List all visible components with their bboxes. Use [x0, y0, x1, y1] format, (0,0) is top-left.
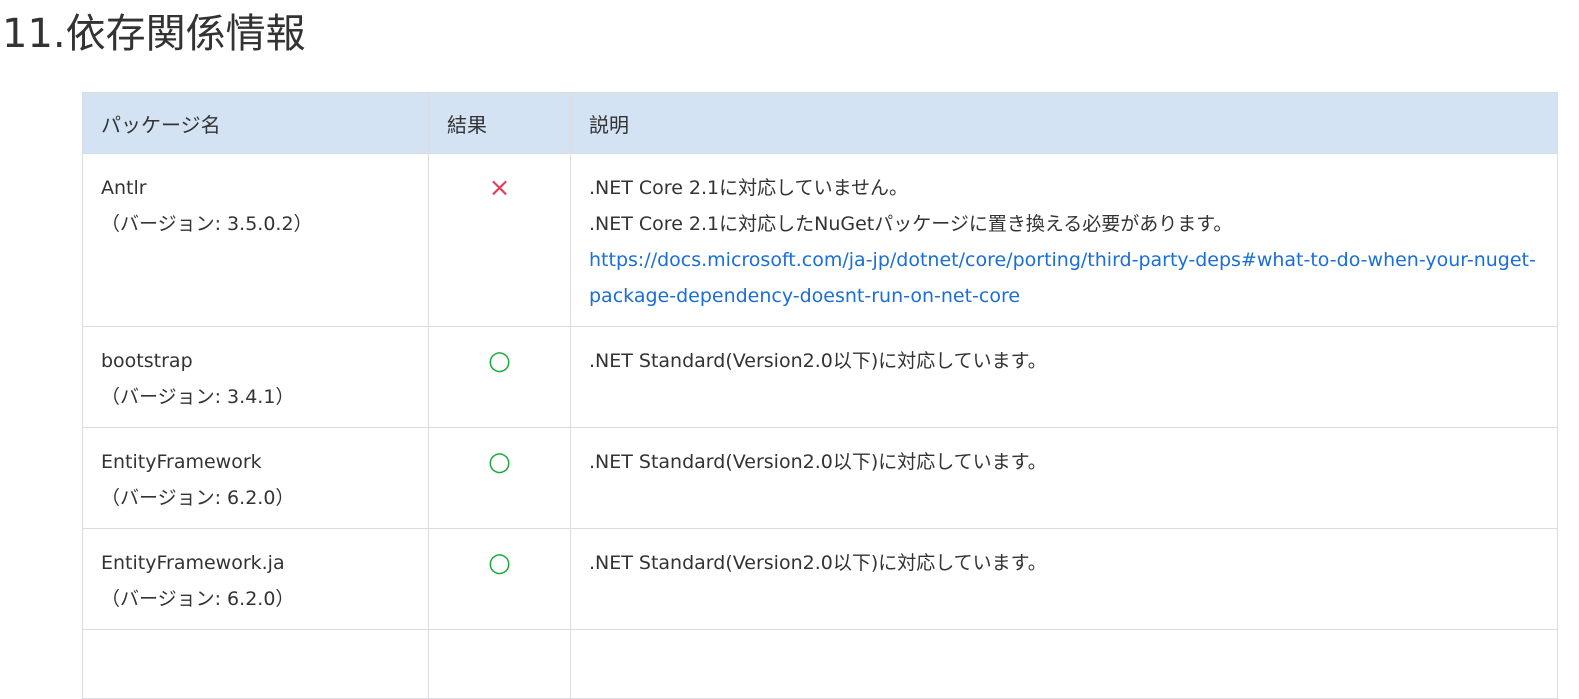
description-cell: .NET Core 2.1に対応していません。 .NET Core 2.1に対応… — [570, 153, 1558, 327]
description-cell: .NET Standard(Version2.0以下)に対応しています。 — [570, 427, 1558, 529]
header-result: 結果 — [428, 92, 571, 154]
table-row-partial — [82, 629, 1558, 699]
description-text: .NET Core 2.1に対応したNuGetパッケージに置き換える必要がありま… — [589, 213, 1233, 235]
description-text: .NET Core 2.1に対応していません。 — [589, 177, 908, 199]
table-row: EntityFramework （バージョン: 6.2.0） ○ .NET St… — [82, 427, 1558, 529]
description-cell: .NET Standard(Version2.0以下)に対応しています。 — [570, 326, 1558, 428]
table-row: EntityFramework.ja （バージョン: 6.2.0） ○ .NET… — [82, 528, 1558, 630]
dependency-table: パッケージ名 結果 説明 Antlr （バージョン: 3.5.0.2） × .N… — [82, 92, 1558, 699]
package-cell — [82, 629, 429, 699]
description-text: .NET Standard(Version2.0以下)に対応しています。 — [589, 552, 1047, 574]
package-version: （バージョン: 6.2.0） — [101, 588, 295, 610]
reference-link[interactable]: https://docs.microsoft.com/ja-jp/dotnet/… — [589, 242, 1539, 314]
header-description: 説明 — [570, 92, 1558, 154]
result-ok-icon: ○ — [488, 548, 511, 578]
package-name: bootstrap — [101, 350, 193, 372]
header-package-name: パッケージ名 — [82, 92, 429, 154]
page-title: 11.依存関係情報 — [2, 11, 306, 57]
table-row: Antlr （バージョン: 3.5.0.2） × .NET Core 2.1に対… — [82, 153, 1558, 327]
result-cell: ○ — [428, 326, 571, 428]
package-version: （バージョン: 6.2.0） — [101, 487, 295, 509]
package-cell: bootstrap （バージョン: 3.4.1） — [82, 326, 429, 428]
table-header-row: パッケージ名 結果 説明 — [82, 92, 1558, 154]
package-name: EntityFramework.ja — [101, 552, 285, 574]
description-text: .NET Standard(Version2.0以下)に対応しています。 — [589, 451, 1047, 473]
result-ng-icon: × — [488, 173, 511, 203]
package-name: Antlr — [101, 177, 147, 199]
package-cell: Antlr （バージョン: 3.5.0.2） — [82, 153, 429, 327]
result-ok-icon: ○ — [488, 447, 511, 477]
result-cell — [428, 629, 571, 699]
table-row: bootstrap （バージョン: 3.4.1） ○ .NET Standard… — [82, 326, 1558, 428]
package-version: （バージョン: 3.4.1） — [101, 386, 295, 408]
package-version: （バージョン: 3.5.0.2） — [101, 213, 313, 235]
package-cell: EntityFramework.ja （バージョン: 6.2.0） — [82, 528, 429, 630]
package-name: EntityFramework — [101, 451, 262, 473]
description-cell — [570, 629, 1558, 699]
result-cell: ○ — [428, 528, 571, 630]
description-cell: .NET Standard(Version2.0以下)に対応しています。 — [570, 528, 1558, 630]
package-cell: EntityFramework （バージョン: 6.2.0） — [82, 427, 429, 529]
result-cell: ○ — [428, 427, 571, 529]
result-cell: × — [428, 153, 571, 327]
description-text: .NET Standard(Version2.0以下)に対応しています。 — [589, 350, 1047, 372]
result-ok-icon: ○ — [488, 346, 511, 376]
